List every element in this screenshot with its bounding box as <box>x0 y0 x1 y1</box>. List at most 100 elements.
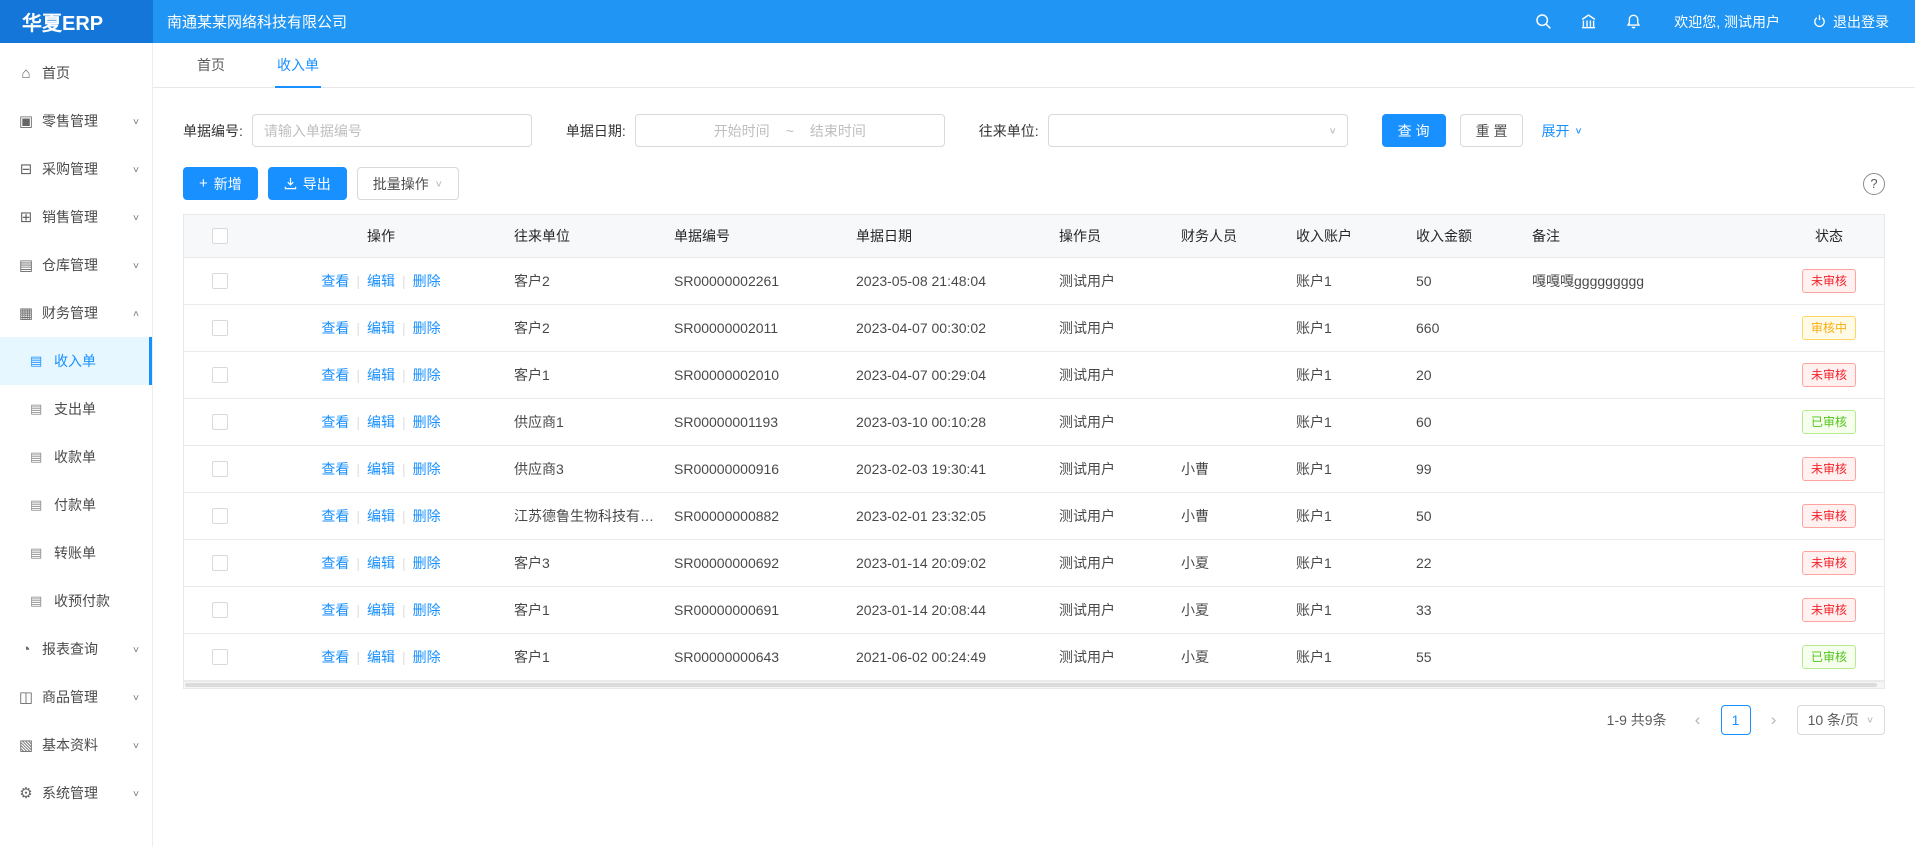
chevron-icon: ∨ <box>132 692 140 702</box>
page-size-select[interactable]: 10 条/页 ∨ <box>1797 705 1885 735</box>
prev-page-button[interactable]: ‹ <box>1683 705 1713 735</box>
welcome-text[interactable]: 欢迎您, 测试用户 <box>1674 12 1780 32</box>
chevron-down-icon: ∨ <box>1866 714 1874 724</box>
row-checkbox[interactable] <box>212 320 228 336</box>
reset-button[interactable]: 重 置 <box>1460 114 1524 147</box>
date-range-picker[interactable]: 开始时间 ~ 结束时间 <box>635 114 945 147</box>
delete-link[interactable]: 删除 <box>413 508 441 524</box>
sidebar-item-system[interactable]: ⚙ 系统管理 ∨ <box>0 769 152 817</box>
sidebar-subitem-income[interactable]: ▤ 收入单 <box>0 337 152 385</box>
delete-link[interactable]: 删除 <box>413 555 441 571</box>
view-link[interactable]: 查看 <box>321 555 349 571</box>
sidebar-item-basic[interactable]: ▧ 基本资料 ∨ <box>0 721 152 769</box>
scrollbar-thumb[interactable] <box>185 683 1877 687</box>
select-all-checkbox[interactable] <box>212 228 228 244</box>
cell-remark <box>1524 492 1774 539</box>
sidebar-item-warehouse[interactable]: ▤ 仓库管理 ∨ <box>0 241 152 289</box>
cell-doc-no: SR00000000692 <box>666 539 848 586</box>
page-content: 单据编号: 单据日期: 开始时间 ~ 结束时间 往来单位: ∨ <box>153 88 1915 847</box>
sidebar-subitem-receipt[interactable]: ▤ 收款单 <box>0 433 152 481</box>
delete-link[interactable]: 删除 <box>413 273 441 289</box>
sidebar-subitem-advance[interactable]: ▤ 收预付款 <box>0 577 152 625</box>
edit-link[interactable]: 编辑 <box>367 367 395 383</box>
next-page-button[interactable]: › <box>1759 705 1789 735</box>
edit-link[interactable]: 编辑 <box>367 273 395 289</box>
edit-link[interactable]: 编辑 <box>367 602 395 618</box>
logout-button[interactable]: 退出登录 <box>1812 12 1889 32</box>
sidebar-item-retail[interactable]: ▣ 零售管理 ∨ <box>0 97 152 145</box>
sidebar-item-sales[interactable]: ⊞ 销售管理 ∨ <box>0 193 152 241</box>
sidebar-subitem-payment[interactable]: ▤ 付款单 <box>0 481 152 529</box>
help-icon[interactable]: ? <box>1863 173 1885 195</box>
view-link[interactable]: 查看 <box>321 602 349 618</box>
delete-link[interactable]: 删除 <box>413 649 441 665</box>
edit-link[interactable]: 编辑 <box>367 414 395 430</box>
row-checkbox[interactable] <box>212 649 228 665</box>
edit-link[interactable]: 编辑 <box>367 461 395 477</box>
view-link[interactable]: 查看 <box>321 461 349 477</box>
view-link[interactable]: 查看 <box>321 367 349 383</box>
view-link[interactable]: 查看 <box>321 649 349 665</box>
unit-select[interactable]: ∨ <box>1048 114 1348 147</box>
sidebar-subitem-label: 付款单 <box>54 495 96 515</box>
delete-link[interactable]: 删除 <box>413 320 441 336</box>
chevron-icon: ∧ <box>132 308 140 318</box>
page-1-button[interactable]: 1 <box>1721 705 1751 735</box>
top-header: 华夏ERP 南通某某网络科技有限公司 欢迎您, 测试用户 退出登录 <box>0 0 1915 43</box>
action-separator: | <box>356 273 360 289</box>
delete-link[interactable]: 删除 <box>413 461 441 477</box>
view-link[interactable]: 查看 <box>321 508 349 524</box>
sidebar-subitem-expense[interactable]: ▤ 支出单 <box>0 385 152 433</box>
status-badge: 已审核 <box>1802 410 1856 434</box>
status-badge: 审核中 <box>1802 316 1856 340</box>
tab-home[interactable]: 首页 <box>195 43 227 87</box>
bank-icon[interactable] <box>1580 13 1597 30</box>
product-icon: ◫ <box>16 688 36 706</box>
view-link[interactable]: 查看 <box>321 273 349 289</box>
horizontal-scrollbar[interactable] <box>183 681 1885 689</box>
edit-link[interactable]: 编辑 <box>367 649 395 665</box>
cell-doc-no: SR00000000916 <box>666 445 848 492</box>
doc-no-input[interactable] <box>252 114 532 147</box>
action-separator: | <box>356 555 360 571</box>
doc-icon: ▤ <box>30 449 48 465</box>
view-link[interactable]: 查看 <box>321 320 349 336</box>
row-actions: 查看|编辑|删除 <box>321 649 440 665</box>
sidebar-item-report[interactable]: ◔ 报表查询 ∨ <box>0 625 152 673</box>
delete-link[interactable]: 删除 <box>413 414 441 430</box>
tab-income[interactable]: 收入单 <box>275 43 321 87</box>
sidebar-item-finance[interactable]: ▦ 财务管理 ∧ <box>0 289 152 337</box>
bell-icon[interactable] <box>1625 13 1642 30</box>
sidebar-item-product[interactable]: ◫ 商品管理 ∨ <box>0 673 152 721</box>
delete-link[interactable]: 删除 <box>413 602 441 618</box>
add-button[interactable]: + 新增 <box>183 167 258 200</box>
action-separator: | <box>356 414 360 430</box>
export-button-label: 导出 <box>303 174 331 194</box>
sidebar-subitem-label: 支出单 <box>54 399 96 419</box>
sidebar-item-home[interactable]: ⌂ 首页 <box>0 49 152 97</box>
edit-link[interactable]: 编辑 <box>367 320 395 336</box>
row-checkbox[interactable] <box>212 273 228 289</box>
row-checkbox[interactable] <box>212 602 228 618</box>
export-button[interactable]: 导出 <box>268 167 347 200</box>
search-icon[interactable] <box>1535 13 1552 30</box>
edit-link[interactable]: 编辑 <box>367 508 395 524</box>
row-actions: 查看|编辑|删除 <box>321 602 440 618</box>
row-checkbox[interactable] <box>212 367 228 383</box>
row-checkbox[interactable] <box>212 414 228 430</box>
row-checkbox[interactable] <box>212 461 228 477</box>
sidebar-subitem-transfer[interactable]: ▤ 转账单 <box>0 529 152 577</box>
cell-income-account: 账户1 <box>1288 257 1408 304</box>
expand-link[interactable]: 展开 ∨ <box>1541 121 1582 141</box>
download-icon <box>284 177 297 190</box>
action-separator: | <box>402 414 406 430</box>
search-button[interactable]: 查 询 <box>1382 114 1446 147</box>
view-link[interactable]: 查看 <box>321 414 349 430</box>
sidebar-item-purchase[interactable]: ⊟ 采购管理 ∨ <box>0 145 152 193</box>
batch-operations-button[interactable]: 批量操作 ∨ <box>357 167 459 200</box>
edit-link[interactable]: 编辑 <box>367 555 395 571</box>
app-logo[interactable]: 华夏ERP <box>0 0 153 43</box>
delete-link[interactable]: 删除 <box>413 367 441 383</box>
row-checkbox[interactable] <box>212 555 228 571</box>
row-checkbox[interactable] <box>212 508 228 524</box>
